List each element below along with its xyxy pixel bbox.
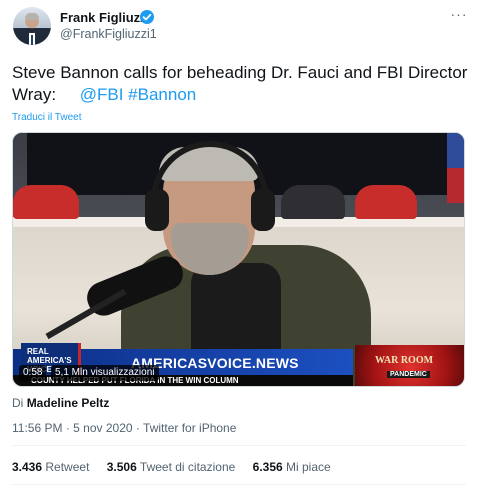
display-name[interactable]: Frank Figliuzzi: [60, 10, 150, 25]
tweet-source[interactable]: Twitter for iPhone: [143, 421, 236, 435]
video-views: 5,1 Mln visualizzazioni: [51, 365, 159, 381]
attribution-prefix: Di: [12, 396, 24, 410]
video-attribution: Di Madeline Peltz: [12, 396, 109, 410]
user-handle[interactable]: @FrankFigliuzzi1: [60, 27, 157, 41]
video-hat-dark: [281, 185, 345, 219]
tweet-detail: Frank Figliuzzi @FrankFigliuzzi1 ··· Ste…: [0, 0, 478, 488]
logo-line-2: AMERICA'S: [27, 356, 72, 365]
tweet-date[interactable]: 5 nov 2020: [73, 421, 132, 435]
meta-separator: ·: [135, 421, 140, 435]
meta-separator: ·: [65, 421, 70, 435]
avatar-tie: [31, 35, 33, 45]
divider: [12, 445, 466, 446]
verified-badge-icon: [140, 10, 154, 24]
video-hat-red-left: [13, 185, 79, 219]
avatar[interactable]: [13, 7, 51, 45]
retweet-count-value: 3.436: [12, 460, 43, 474]
tweet-text: Steve Bannon calls for beheading Dr. Fau…: [12, 62, 468, 106]
show-logo: WAR ROOM PANDEMIC: [355, 345, 464, 386]
mention-fbi[interactable]: @FBI: [80, 85, 124, 104]
avatar-hair: [25, 13, 39, 20]
hashtag-bannon[interactable]: #Bannon: [128, 85, 196, 104]
headphone-cup-left: [145, 189, 169, 231]
attribution-author[interactable]: Madeline Peltz: [27, 396, 110, 410]
engagement-stats: 3.436 Retweet 3.506 Tweet di citazione 6…: [12, 460, 345, 474]
video-player[interactable]: REAL AMERICA'S VOICE AMERICASVOICE.NEWS …: [12, 132, 465, 387]
more-horizontal-icon[interactable]: ···: [448, 6, 470, 22]
quote-tweet-count-label: Tweet di citazione: [139, 460, 236, 474]
show-name: WAR ROOM: [375, 355, 434, 366]
video-duration: 0:58: [19, 365, 47, 381]
video-flag: [447, 133, 464, 203]
like-count[interactable]: 6.356 Mi piace: [253, 460, 331, 474]
like-count-label: Mi piace: [286, 460, 331, 474]
like-count-value: 6.356: [252, 460, 283, 474]
video-hat-red-right: [355, 185, 417, 219]
quote-tweet-count-value: 3.506: [106, 460, 137, 474]
retweet-count-label: Retweet: [45, 460, 90, 474]
quote-tweet-count[interactable]: 3.506 Tweet di citazione: [107, 460, 236, 474]
retweet-count[interactable]: 3.436 Retweet: [12, 460, 89, 474]
tweet-meta: 11:56 PM · 5 nov 2020 · Twitter for iPho…: [12, 421, 236, 435]
show-subtitle: PANDEMIC: [387, 371, 430, 378]
translate-tweet-link[interactable]: Traduci il Tweet: [12, 112, 81, 123]
divider: [12, 484, 466, 485]
logo-line-1: REAL: [27, 347, 49, 356]
tweet-time[interactable]: 11:56 PM: [12, 421, 62, 435]
headphone-cup-right: [251, 189, 275, 231]
